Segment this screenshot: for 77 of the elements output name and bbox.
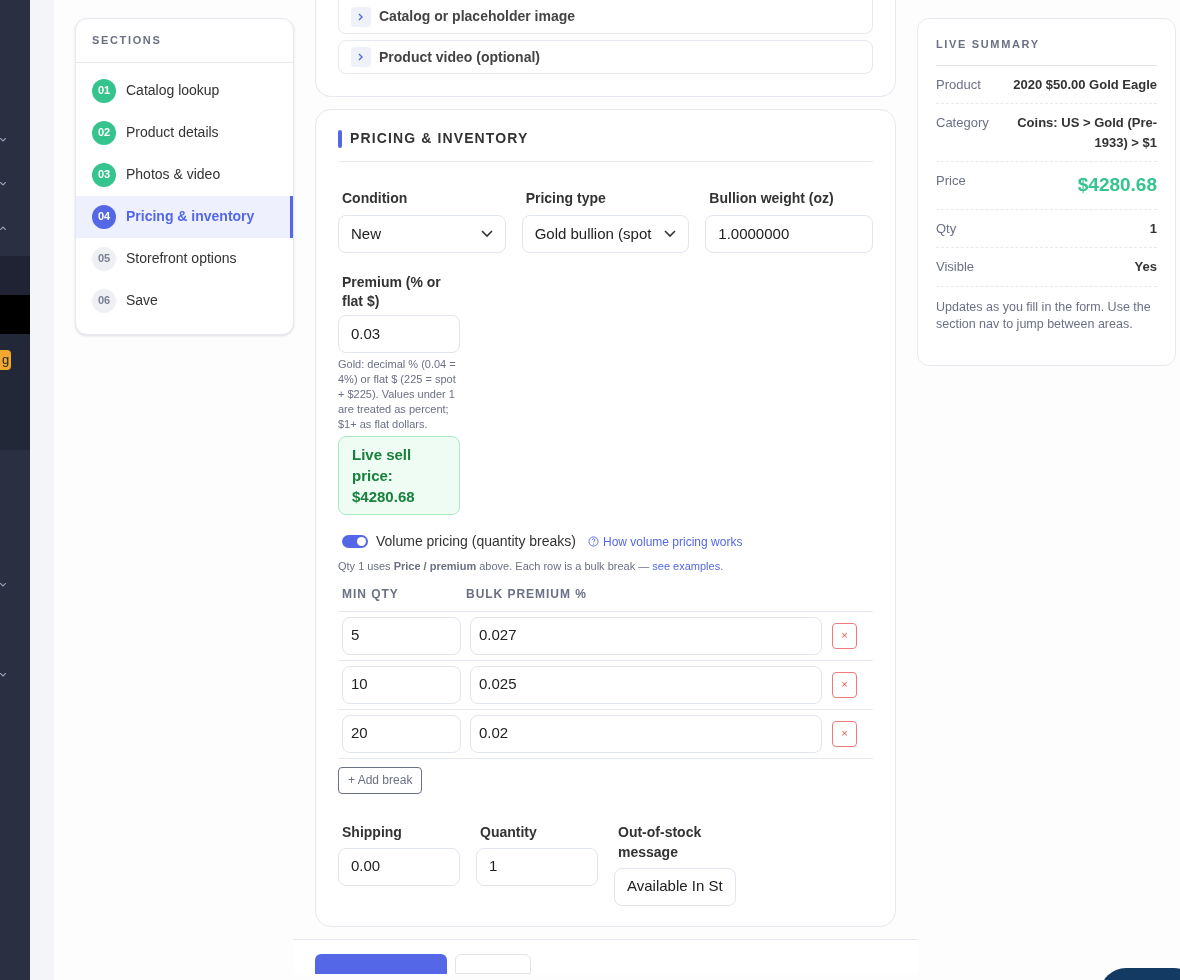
panel-title: Catalog or placeholder image [379,7,576,26]
input-field[interactable]: 0.027 [470,616,822,655]
chevron-down-icon [0,673,6,677]
help-link[interactable]: How volume pricing works [588,532,743,551]
summary-price: $4280.68 [1077,173,1157,197]
summary-note: Updates as you fill in the form. Use the section nav to jump between areas. [936,298,1152,333]
chevron-up-icon [0,226,6,230]
summary-title: LIVE SUMMARY [936,36,1157,66]
summary-value: 1 [1149,219,1157,238]
input-field[interactable]: 0.025 [470,665,822,704]
chevron-down-icon [664,230,677,238]
help-icon [588,536,599,547]
media-panel[interactable]: Product video (optional) [338,40,873,74]
summary-label: Price [936,172,966,190]
primary-button[interactable] [315,953,447,974]
add-break-button[interactable]: + Add break [338,766,423,794]
volume-note: Qty 1 uses Price / premium above. Each row is a bulk break — see examples. [338,559,725,574]
column-header: MIN QTY [341,585,400,603]
step-number: 05 [92,246,116,271]
input-field[interactable]: 20 [342,714,461,753]
chevron-down-icon [0,583,6,587]
input-field[interactable]: 10 [342,665,461,704]
column-header: BULK PREMIUM % [466,585,587,603]
input-field[interactable]: 1.0000000 [705,215,873,253]
toggle-switch[interactable] [342,535,368,548]
section-nav-item[interactable]: 03 Photos & video [76,153,293,196]
summary-label: Qty [936,219,957,238]
step-number: 04 [92,204,116,229]
field-label: Pricing type [524,189,607,208]
badge: g [0,350,12,370]
field-label: Bullion weight (oz) [708,189,835,208]
section-nav-item[interactable]: 05 Storefront options [76,237,293,280]
chevron-down-icon [0,182,6,186]
accent-bar [338,129,342,148]
field-label: Premium (% or flat $) [341,273,442,311]
summary-label: Visible [936,258,975,276]
live-price-box: Live sell price: $4280.68 [338,436,460,515]
select-field[interactable]: New [338,215,506,253]
field-label: Condition [341,189,409,208]
help-text: Gold: decimal % (0.04 = 4%) or flat $ (225 = spot + $225). Values under 1 are treated as percent; $1+ as flat dollars. [338,357,457,432]
input-field[interactable]: Available In St [614,867,736,906]
input-field[interactable]: 0.03 [338,315,460,353]
chevron-right-icon [351,6,371,27]
section-nav-item[interactable]: 04 Pricing & inventory [76,195,293,238]
input-field[interactable]: 1 [476,847,598,886]
step-number: 01 [92,78,116,103]
step-number: 02 [92,120,116,145]
section-nav-item[interactable]: 02 Product details [76,111,293,154]
remove-button[interactable]: × [832,622,857,649]
remove-button[interactable]: × [832,720,857,747]
chevron-down-icon [480,230,493,238]
input-field[interactable]: 0.00 [338,847,460,886]
summary-value: Yes [1134,258,1157,276]
sidebar-item[interactable]: g [0,334,30,450]
sections-title: SECTIONS [76,19,293,63]
summary-value: 2020 $50.00 Gold Eagle [1013,75,1157,94]
remove-button[interactable]: × [832,671,857,698]
field-label: Quantity [479,822,538,842]
step-number: 06 [92,288,116,313]
summary-label: Category [936,114,989,132]
summary-value: Coins: US > Gold (Pre-1933) > $1 [1016,114,1157,152]
examples-link[interactable]: see examples. [652,560,724,572]
field-label: Shipping [341,822,403,842]
media-panel[interactable]: Catalog or placeholder image [338,0,873,34]
section-nav-item[interactable]: 06 Save [76,279,293,322]
input-field[interactable]: 5 [342,616,461,655]
select-field[interactable]: Gold bullion (spot [521,215,690,253]
chevron-down-icon [0,138,6,142]
field-label: Out-of-stock message [617,822,703,862]
section-title: PRICING & INVENTORY [350,129,529,148]
summary-label: Product [936,75,981,94]
chevron-right-icon [351,47,371,67]
step-number: 03 [92,162,116,187]
toggle-label: Volume pricing (quantity breaks) [376,532,576,551]
input-field[interactable]: 0.02 [470,714,822,753]
panel-title: Product video (optional) [379,47,540,67]
section-nav-item[interactable]: 01 Catalog lookup [76,69,293,112]
